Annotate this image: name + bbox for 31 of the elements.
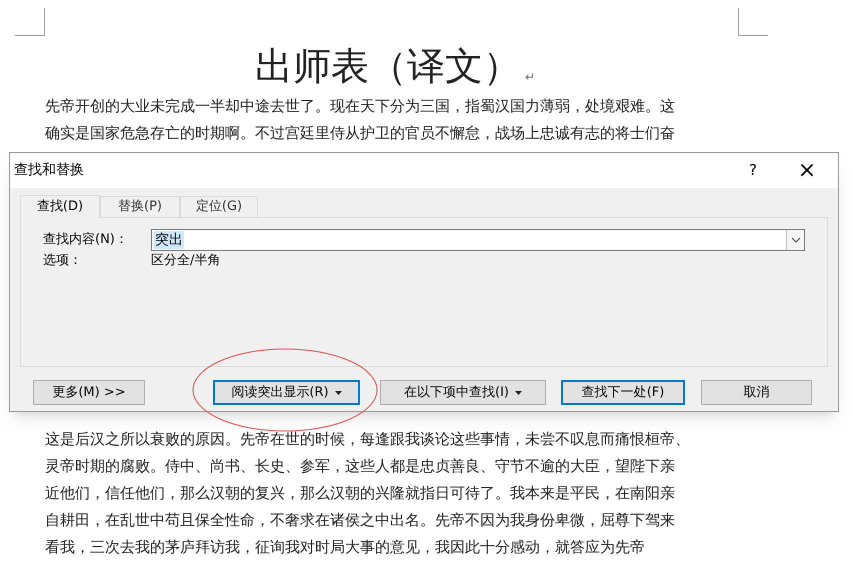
- text-line: 近他们，信任他们，那么汉朝的复兴，那么汉朝的兴隆就指日可待了。我本来是平民，在南阳亲: [45, 483, 676, 504]
- dialog-title: 查找和替换: [14, 161, 84, 180]
- find-combobox[interactable]: 突出: [151, 229, 805, 251]
- options-value: 区分全/半角: [151, 252, 220, 270]
- document-title: 出师表（译文）: [255, 43, 521, 90]
- find-label: 查找内容(N)：: [43, 231, 129, 250]
- dropdown-button[interactable]: [786, 230, 804, 250]
- caret-icon: [334, 390, 342, 394]
- options-label: 选项：: [43, 252, 83, 270]
- paragraph-mark: ↵: [525, 69, 536, 86]
- button[interactable]: 查找下一处(F): [561, 380, 685, 405]
- text-line: 自耕田，在乱世中苟且保全性命，不奢求在诸侯之中出名。先帝不因为我身份卑微，屈尊下驾来: [45, 510, 676, 531]
- page-corner-mark: [738, 8, 768, 36]
- text-line: 看我，三次去我的茅庐拜访我，征询我对时局大事的意见，我因此十分感动，就答应为先帝: [45, 537, 646, 558]
- find-text: 突出: [154, 231, 184, 249]
- text-line: 灵帝时期的腐败。侍中、尚书、长史、参军，这些人都是忠贞善良、守节不逾的大臣，望陛下亲: [45, 456, 676, 477]
- close-button[interactable]: ×: [784, 156, 830, 186]
- text-line: 确实是国家危急存亡的时期啊。不过宫廷里侍从护卫的官员不懈怠，战场上忠诚有志的将士们奋: [45, 123, 676, 144]
- chevron-down-icon: [790, 237, 800, 243]
- text-line: 先帝开创的大业未完成一半却中途去世了。现在天下分为三国，指蜀汉国力薄弱，处境艰难。这: [45, 96, 676, 117]
- menu-button[interactable]: 在以下项中查找(I): [380, 380, 546, 405]
- button[interactable]: 取消: [701, 380, 812, 405]
- button[interactable]: 更多(M) >>: [33, 380, 145, 405]
- page-corner-mark: [15, 8, 45, 36]
- tab[interactable]: 定位(G): [180, 196, 258, 217]
- help-button[interactable]: ?: [738, 156, 768, 186]
- text-line: 这是后汉之所以衰败的原因。先帝在世的时候，每逢跟我谈论这些事情，未尝不叹息而痛恨桓帝、: [45, 429, 691, 450]
- tab[interactable]: 替换(P): [100, 196, 180, 217]
- caret-icon: [514, 390, 522, 394]
- tab[interactable]: 查找(D): [20, 195, 100, 218]
- menu-button[interactable]: 阅读突出显示(R): [213, 380, 360, 405]
